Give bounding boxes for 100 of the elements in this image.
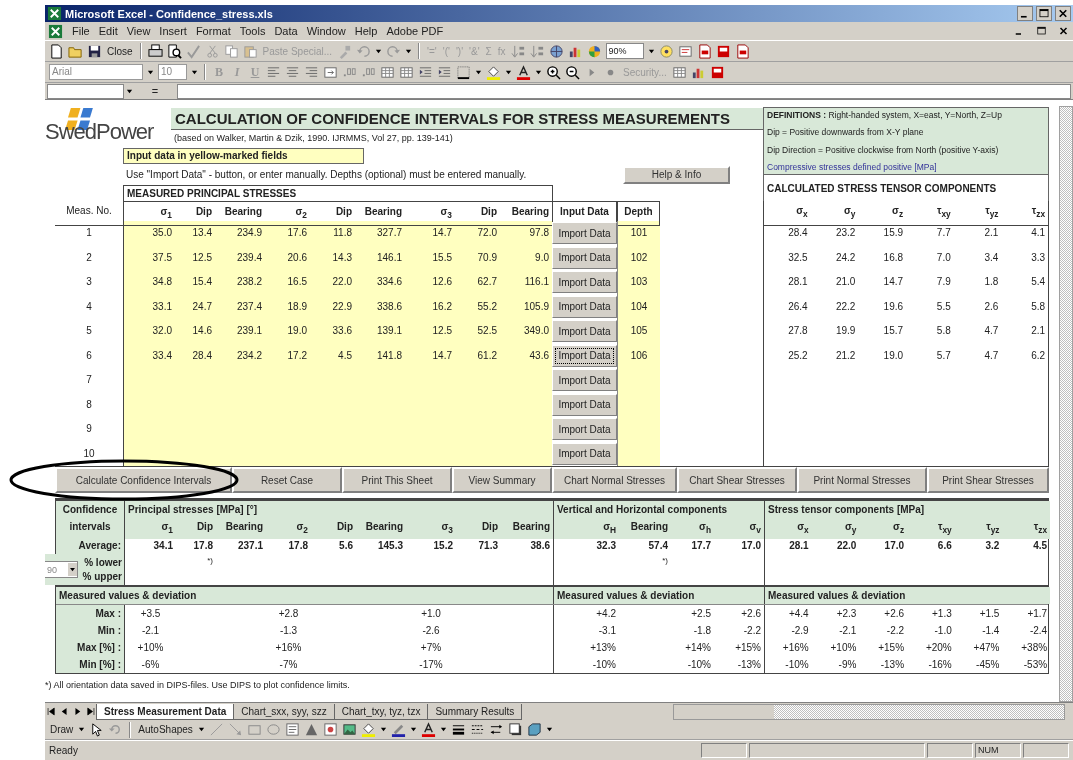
import-data-button[interactable]: Import Data [552,246,617,269]
table-cell[interactable]: 141.8 [355,343,405,368]
menu-item[interactable]: Window [306,25,346,37]
align-left-icon[interactable] [266,64,281,80]
tab-scroll-icon[interactable] [59,706,70,717]
workbook-icon[interactable] [48,23,63,39]
table-icon[interactable] [671,64,687,80]
table-cell[interactable]: 9.0 [500,245,552,270]
table-cell[interactable]: 55.2 [455,294,500,319]
sheet-button[interactable]: Calculate Confidence Intervals [55,467,232,493]
table-cell[interactable]: 105.9 [500,294,552,319]
align-right-icon[interactable] [304,64,319,80]
table-cell[interactable]: 338.6 [355,294,405,319]
indent-icon[interactable] [418,64,433,80]
import-data-button[interactable]: Import Data [552,369,617,391]
copy-icon[interactable] [223,43,239,59]
table-cell[interactable]: 18.9 [265,294,310,319]
table-cell[interactable]: 237.4 [215,294,265,319]
menu-item[interactable]: Adobe PDF [386,25,444,37]
close-button[interactable]: Close [106,45,134,57]
table-cell[interactable]: 20.6 [265,245,310,270]
table-icon[interactable] [380,64,395,80]
table-cell[interactable]: 14.7 [405,343,455,368]
new-file-icon[interactable] [49,43,64,59]
borders-icon[interactable] [456,64,471,80]
formula-field[interactable] [177,83,1071,99]
color-wheel-icon[interactable] [586,43,602,59]
font-color-icon[interactable] [420,722,436,737]
import-data-button[interactable]: Import Data [552,442,617,465]
table-cell[interactable]: 14.6 [175,319,215,344]
pdf-icon[interactable] [709,64,725,80]
table-cell[interactable]: 239.4 [215,245,265,270]
merge-cells-icon[interactable] [323,64,338,80]
table-cell[interactable]: 101 [617,221,660,246]
sheet-tab[interactable]: Stress Measurement Data [96,703,235,720]
table-cell[interactable]: 33.6 [310,319,355,344]
table-cell[interactable]: 102 [617,245,660,270]
table-cell[interactable]: 15.4 [175,270,215,295]
table-cell[interactable]: 35.0 [123,221,175,246]
sheet-button[interactable]: Print Normal Stresses [797,467,927,493]
sheet-button[interactable]: Print This Sheet [342,467,452,493]
pdf-icon[interactable] [696,43,712,59]
indent-icon[interactable] [437,64,452,80]
table-cell[interactable]: 15.5 [405,245,455,270]
table-icon[interactable] [399,64,414,80]
save-icon[interactable] [87,43,102,59]
percent-dropdown[interactable]: 90 [45,561,78,578]
font-field[interactable]: Arial [49,64,143,80]
sheet-tab[interactable]: Summary Results [427,703,523,720]
sheet-button[interactable]: Reset Case [232,467,342,493]
picture-icon[interactable] [341,722,357,737]
table-cell[interactable]: 103 [617,270,660,295]
menu-item[interactable]: Format [195,25,231,37]
table-cell[interactable]: 34.8 [123,270,175,295]
menu-item[interactable]: Tools [239,25,266,37]
import-data-button[interactable]: Import Data [552,393,617,416]
zoom-in-icon[interactable] [546,64,561,80]
menu-item[interactable]: Insert [159,25,187,37]
pointer-icon[interactable] [89,722,105,737]
draw-menu-button[interactable]: Draw [49,724,75,735]
import-data-button[interactable]: Import Data [552,344,617,367]
3d-icon[interactable] [526,722,542,737]
table-cell[interactable]: 24.7 [175,294,215,319]
table-cell[interactable]: 33.4 [123,343,175,368]
line-color-icon[interactable] [390,722,406,737]
table-cell[interactable]: 52.5 [455,319,500,344]
tab-scroll-icon[interactable] [46,706,57,717]
sheet-button[interactable]: Print Shear Stresses [927,467,1049,493]
table-cell[interactable]: 19.0 [265,319,310,344]
table-cell[interactable]: 12.5 [405,319,455,344]
zoom-field[interactable]: 90% [605,43,644,59]
text-box-icon[interactable] [284,722,300,737]
table-cell[interactable]: 234.2 [215,343,265,368]
import-data-button[interactable]: Import Data [552,222,617,244]
menu-item[interactable]: View [126,25,151,37]
table-cell[interactable]: 239.1 [215,319,265,344]
align-center-icon[interactable] [285,64,300,80]
font-color-icon[interactable] [516,64,531,80]
font-size-field[interactable]: 10 [158,64,187,80]
tab-scroll-icon[interactable] [72,706,83,717]
table-cell[interactable]: 349.0 [500,319,552,344]
table-cell[interactable]: 14.3 [310,245,355,270]
zoom-out-icon[interactable] [565,64,580,80]
print-preview-icon[interactable] [166,43,182,59]
close-icon[interactable] [1055,6,1071,21]
autoshapes-button[interactable]: AutoShapes [137,724,194,735]
table-cell[interactable]: 16.5 [265,270,310,295]
menu-item[interactable]: Edit [98,25,118,37]
sheet-button[interactable]: Chart Normal Stresses [552,467,677,493]
maximize-icon[interactable] [1036,6,1052,21]
import-data-button[interactable]: Import Data [552,418,617,440]
table-cell[interactable]: 12.6 [405,270,455,295]
table-cell[interactable]: 104 [617,294,660,319]
tab-scroll-icon[interactable] [85,706,96,717]
table-cell[interactable]: 139.1 [355,319,405,344]
table-cell[interactable]: 146.1 [355,245,405,270]
sheet-button[interactable]: Chart Shear Stresses [677,467,797,493]
table-cell[interactable]: 17.2 [265,343,310,368]
table-cell[interactable]: 37.5 [123,245,175,270]
table-cell[interactable]: 28.4 [175,343,215,368]
